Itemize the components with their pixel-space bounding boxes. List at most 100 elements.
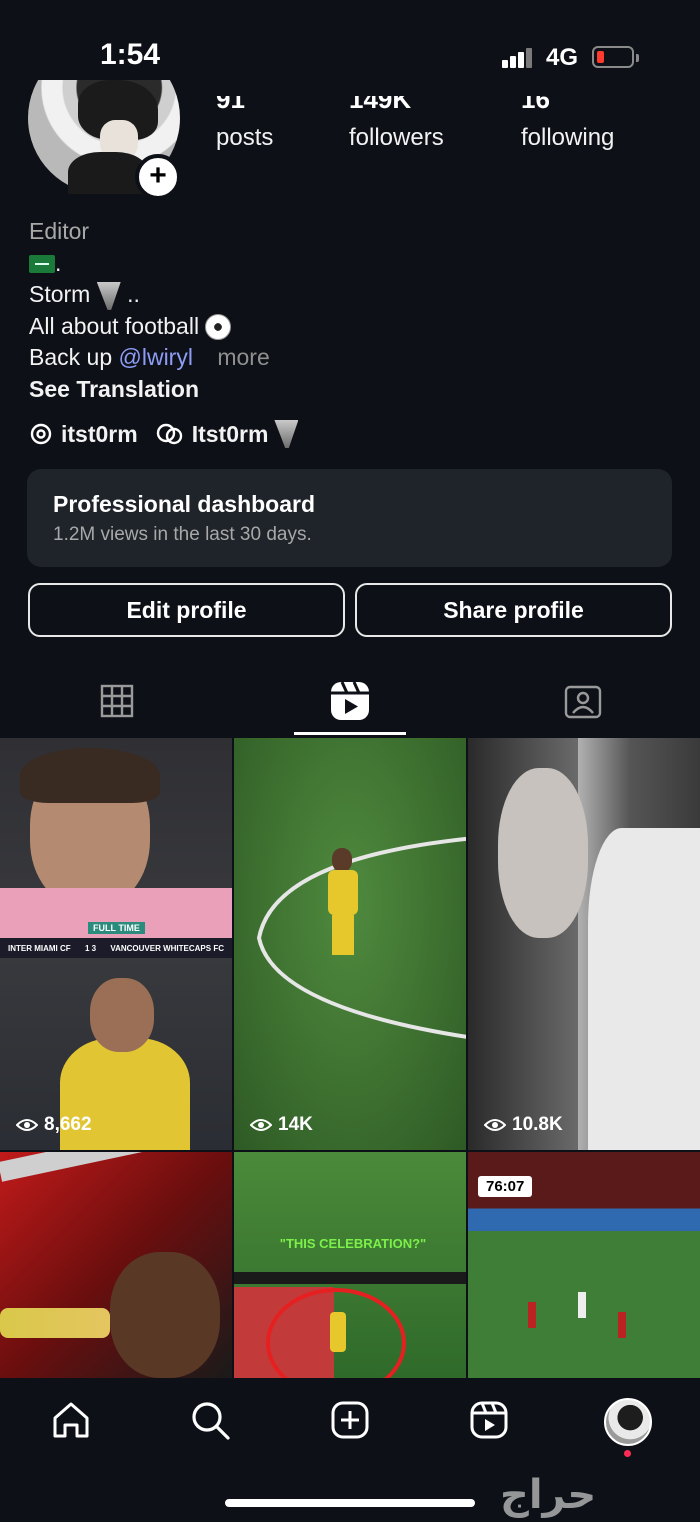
reels-icon xyxy=(330,681,369,720)
stat-following[interactable]: 16 following xyxy=(521,96,614,152)
tagged-icon xyxy=(564,685,601,719)
battery-icon xyxy=(592,46,639,68)
full-time-tag: FULL TIME xyxy=(88,922,145,934)
tornado-icon xyxy=(274,420,299,448)
haraj-watermark: حراج xyxy=(500,1472,597,1518)
plus-icon: + xyxy=(149,158,167,192)
broadcast-channel-icon xyxy=(156,423,182,445)
edit-profile-button[interactable]: Edit profile xyxy=(28,583,345,637)
reels-grid: FULL TIME INTER MIAMI CF 1 3 VANCOUVER W… xyxy=(0,738,700,1378)
person-face-image xyxy=(498,768,588,938)
bio-backup-text: Back up xyxy=(29,344,113,370)
player-head-image xyxy=(110,1252,220,1378)
view-count: 10.8K xyxy=(484,1114,563,1136)
stat-followers-label: followers xyxy=(349,124,444,151)
ad-board xyxy=(234,1272,466,1284)
home-indicator xyxy=(225,1499,475,1507)
nav-profile-avatar[interactable] xyxy=(604,1398,652,1446)
tab-grid[interactable] xyxy=(0,666,233,736)
grid-icon xyxy=(100,684,133,718)
reels-icon xyxy=(470,1401,508,1439)
match-clock: 76:07 xyxy=(478,1176,533,1197)
home-icon xyxy=(53,1402,89,1438)
reel-thumbnail[interactable]: "THIS CELEBRATION?" xyxy=(234,1152,466,1378)
share-profile-button[interactable]: Share profile xyxy=(355,583,672,637)
add-post-icon xyxy=(331,1401,369,1439)
bio-more-button[interactable]: more xyxy=(217,344,269,370)
view-count-value: 14K xyxy=(278,1114,313,1135)
tab-reels[interactable] xyxy=(233,666,466,736)
threads-icon xyxy=(30,423,52,445)
bio-storm-text: Storm xyxy=(29,281,91,307)
profile-tabs xyxy=(0,666,700,736)
dashboard-subtitle: 1.2M views in the last 30 days. xyxy=(53,524,312,545)
reel-thumbnail[interactable]: 14K xyxy=(234,738,466,1150)
eye-icon xyxy=(16,1119,38,1131)
stat-followers[interactable]: 149K followers xyxy=(349,96,444,152)
eye-icon xyxy=(484,1119,506,1131)
player-figure xyxy=(618,1312,626,1338)
notification-dot xyxy=(624,1450,631,1457)
player-yellow-kit xyxy=(328,870,358,915)
view-count-value: 10.8K xyxy=(512,1114,563,1135)
score-value: 1 3 xyxy=(84,943,97,953)
reel-thumbnail[interactable] xyxy=(0,1152,232,1378)
nav-home[interactable] xyxy=(49,1398,93,1442)
bio-storm-suffix: .. xyxy=(127,281,140,307)
nav-reels[interactable] xyxy=(467,1398,511,1442)
professional-dashboard[interactable]: Professional dashboard 1.2M views in the… xyxy=(27,469,672,567)
threads-link[interactable]: itst0rm xyxy=(29,421,138,448)
nav-search[interactable] xyxy=(188,1398,232,1442)
drink-bottle xyxy=(0,1308,110,1338)
network-type: 4G xyxy=(546,44,579,71)
bio-flag-line: . xyxy=(29,248,270,280)
stat-posts-count: 91 xyxy=(216,96,245,112)
player-face-image xyxy=(90,978,154,1052)
add-story-button[interactable]: + xyxy=(135,154,181,200)
score-team-left: INTER MIAMI CF xyxy=(8,943,71,953)
dashboard-title: Professional dashboard xyxy=(53,491,316,517)
player-figure xyxy=(528,1302,536,1328)
threads-handle: itst0rm xyxy=(61,420,138,447)
stat-posts-label: posts xyxy=(216,124,274,151)
search-icon xyxy=(192,1402,230,1440)
view-count: 14K xyxy=(250,1114,313,1136)
player-yellow-kit xyxy=(330,1312,346,1352)
reel-thumbnail[interactable]: 76:07 xyxy=(468,1152,700,1378)
player-hair-image xyxy=(20,748,160,803)
active-tab-indicator xyxy=(294,732,406,735)
stat-posts[interactable]: 91 posts xyxy=(216,96,273,152)
profile-category: Editor xyxy=(29,218,90,244)
bio-football-text: All about football xyxy=(29,312,200,339)
player-head xyxy=(332,848,352,872)
nav-create[interactable] xyxy=(328,1398,372,1442)
profile-bio: Editor . Storm .. All about football Bac… xyxy=(29,216,270,405)
tornado-icon xyxy=(96,281,121,310)
player-legs xyxy=(332,915,354,955)
bio-backup-line: Back up @lwiryl more xyxy=(29,342,270,374)
player-figure xyxy=(578,1292,586,1318)
status-time: 1:54 xyxy=(100,38,161,71)
white-jersey xyxy=(588,828,700,1150)
stat-following-label: following xyxy=(521,124,615,151)
profile-links: itst0rm Itst0rm xyxy=(29,417,316,451)
score-team-right: VANCOUVER WHITECAPS FC xyxy=(110,943,224,953)
stat-followers-count: 149K xyxy=(349,96,412,112)
saudi-flag-icon xyxy=(29,255,55,274)
tab-tagged[interactable] xyxy=(466,666,699,736)
bio-storm-line: Storm .. xyxy=(29,279,270,311)
view-count: 8,662 xyxy=(16,1114,92,1136)
bar-overlay xyxy=(0,1152,230,1182)
backup-account-link[interactable]: @lwiryl xyxy=(119,344,193,370)
stat-following-count: 16 xyxy=(521,96,550,112)
eye-icon xyxy=(250,1119,272,1131)
view-count-value: 8,662 xyxy=(44,1114,92,1135)
channel-link[interactable]: Itst0rm xyxy=(156,420,299,448)
bio-football-line: All about football xyxy=(29,311,270,343)
reel-thumbnail[interactable]: FULL TIME INTER MIAMI CF 1 3 VANCOUVER W… xyxy=(0,738,232,1150)
soccer-ball-icon xyxy=(205,314,232,341)
see-translation-button[interactable]: See Translation xyxy=(29,374,270,406)
reel-thumbnail[interactable]: 10.8K xyxy=(468,738,700,1150)
video-caption: "THIS CELEBRATION?" xyxy=(279,1236,427,1251)
score-bar: INTER MIAMI CF 1 3 VANCOUVER WHITECAPS F… xyxy=(0,938,232,958)
